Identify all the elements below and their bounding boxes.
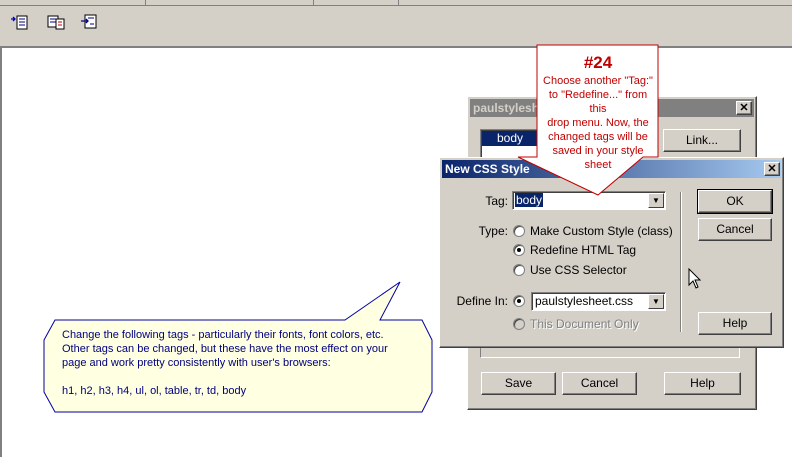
callout-line: Choose another "Tag:" bbox=[543, 75, 653, 87]
callout-line: changed tags will be bbox=[548, 131, 648, 143]
callout-number: #24 bbox=[583, 53, 613, 72]
callout-line: sheet bbox=[584, 159, 612, 171]
callout-line: saved in your style bbox=[552, 145, 644, 157]
callout-text: #24 Choose another "Tag:" to "Redefine..… bbox=[539, 52, 657, 172]
callout-line: drop menu. Now, the bbox=[547, 117, 649, 129]
callout-line: to "Redefine..." from this bbox=[548, 89, 648, 115]
callout-box bbox=[517, 44, 659, 196]
mouse-cursor-icon bbox=[688, 268, 702, 289]
